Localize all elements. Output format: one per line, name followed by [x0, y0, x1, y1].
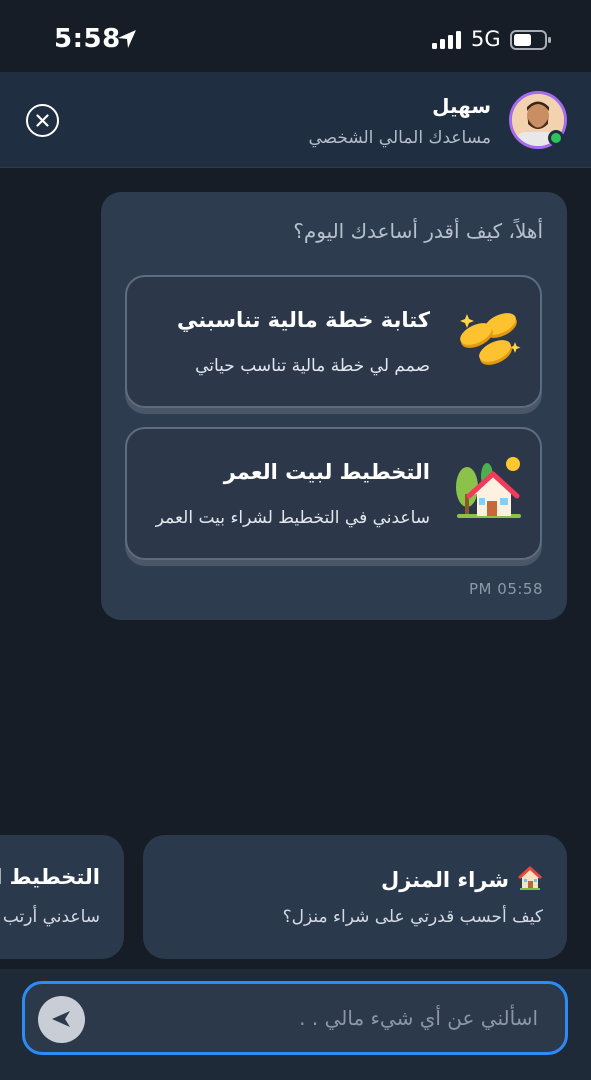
suggestion-planning-partial[interactable]: التخطيط ال ساعدني أرتب — [0, 835, 124, 959]
assistant-subtitle: مساعدك المالي الشخصي — [308, 128, 491, 148]
option-title: التخطيط لبيت العمر — [223, 460, 430, 484]
option-card-financial-plan[interactable]: كتابة خطة مالية تناسبني صمم لي خطة مالية… — [125, 275, 542, 408]
network-label: 5G — [471, 27, 501, 51]
assistant-name: سهيل — [432, 94, 491, 118]
coins-icon — [460, 313, 521, 365]
send-button[interactable] — [38, 996, 85, 1043]
option-title: كتابة خطة مالية تناسبني — [176, 308, 430, 332]
suggestion-description: كيف أحسب قدرتي على شراء منزل؟ — [282, 907, 543, 927]
composer-bar: اسألني عن أي شيء مالي . . — [0, 969, 591, 1080]
online-status-dot — [548, 130, 564, 146]
house-emoji-icon — [517, 866, 543, 890]
suggestion-description: ساعدني أرتب — [2, 907, 100, 927]
message-input-placeholder: اسألني عن أي شيء مالي . . — [299, 1006, 538, 1030]
message-timestamp: PM 05:58 — [469, 580, 543, 598]
suggestion-title: التخطيط ال — [0, 865, 100, 889]
option-description: صمم لي خطة مالية تناسب حياتي — [195, 356, 430, 376]
suggestion-title-text: شراء المنزل — [381, 868, 509, 892]
option-description: ساعدني في التخطيط لشراء بيت العمر — [155, 508, 430, 528]
close-icon — [36, 114, 49, 127]
assistant-message-bubble: أهلاً، كيف أقدر أساعدك اليوم؟ كتابة خطة … — [101, 192, 567, 620]
status-bar: 5:58 5G — [0, 0, 591, 72]
suggestion-title: شراء المنزل — [381, 865, 543, 892]
chat-screen: 5:58 5G سهيل مساعدك المالي الشخصي أهلاً،… — [0, 0, 591, 1080]
signal-bars-icon — [432, 31, 461, 49]
close-button[interactable] — [26, 104, 59, 137]
suggestion-home-purchase[interactable]: شراء المنزل كيف أحسب قدرتي على شراء منزل… — [143, 835, 567, 959]
option-card-home-planning[interactable]: التخطيط لبيت العمر ساعدني في التخطيط لشر… — [125, 427, 542, 560]
send-icon — [52, 1011, 70, 1027]
message-input[interactable]: اسألني عن أي شيء مالي . . — [22, 981, 568, 1055]
battery-icon — [510, 30, 551, 50]
status-time: 5:58 — [54, 24, 121, 54]
location-arrow-icon — [118, 30, 136, 48]
greeting-text: أهلاً، كيف أقدر أساعدك اليوم؟ — [293, 219, 543, 243]
chat-header — [0, 72, 591, 168]
house-icon — [456, 457, 521, 518]
